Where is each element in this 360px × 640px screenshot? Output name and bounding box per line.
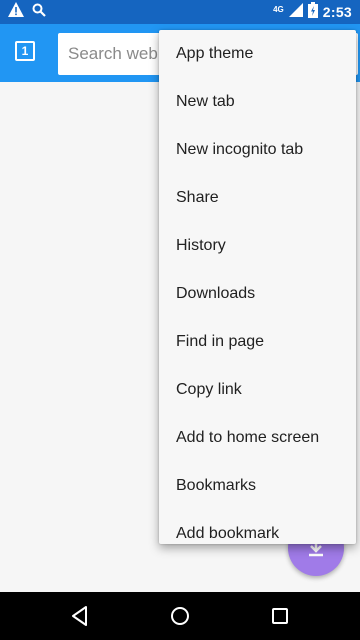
menu-item-history[interactable]: History [159, 222, 356, 270]
clock: 2:53 [322, 4, 352, 20]
menu-item-app-theme[interactable]: App theme [159, 30, 356, 78]
menu-item-find-in-page[interactable]: Find in page [159, 318, 356, 366]
warning-icon [8, 2, 24, 22]
overflow-menu: App theme New tab New incognito tab Shar… [159, 30, 356, 544]
menu-item-new-tab[interactable]: New tab [159, 78, 356, 126]
menu-item-downloads[interactable]: Downloads [159, 270, 356, 318]
recents-icon[interactable] [268, 604, 292, 628]
system-navigation-bar [0, 592, 360, 640]
home-icon[interactable] [168, 604, 192, 628]
network-type: 4G [273, 4, 284, 14]
menu-item-copy-link[interactable]: Copy link [159, 366, 356, 414]
menu-item-add-bookmark[interactable]: Add bookmark [159, 510, 356, 544]
menu-item-share[interactable]: Share [159, 174, 356, 222]
search-icon [32, 3, 46, 22]
status-bar: 4G 2:53 [0, 0, 360, 24]
menu-item-new-incognito-tab[interactable]: New incognito tab [159, 126, 356, 174]
menu-item-bookmarks[interactable]: Bookmarks [159, 462, 356, 510]
tabs-counter-button[interactable]: 1 [15, 41, 35, 61]
back-icon[interactable] [68, 604, 92, 628]
battery-icon [307, 1, 318, 23]
signal-icon [288, 2, 303, 22]
menu-item-add-to-home-screen[interactable]: Add to home screen [159, 414, 356, 462]
